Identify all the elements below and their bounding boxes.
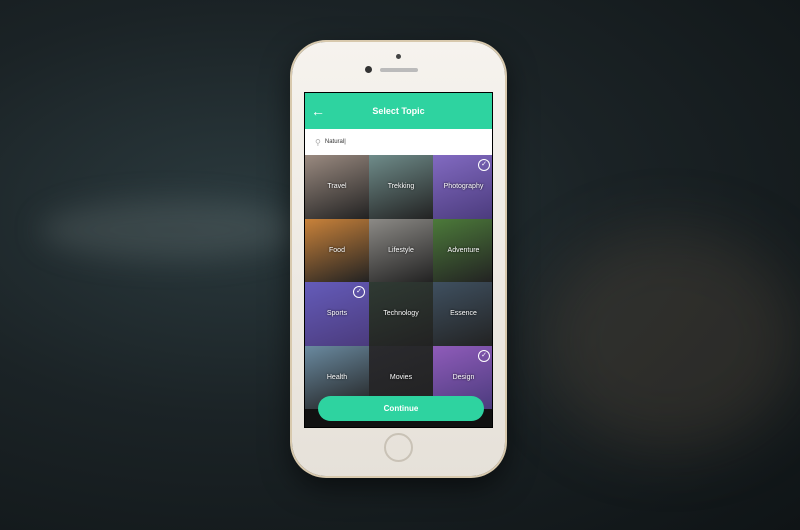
topic-grid: Travel Trekking Photography ✓ Food Lifestyle A… (305, 155, 492, 409)
topic-label: Health (326, 373, 348, 381)
arrow-left-icon[interactable]: ← (311, 93, 325, 129)
background-blur (40, 200, 300, 260)
text-cursor: | (344, 139, 346, 145)
app-screen: ← Select Topic ⚲ Natural | Travel Trekking… (304, 92, 493, 428)
search-value: Natural (324, 139, 345, 145)
topic-tile-photography[interactable]: Photography ✓ (433, 155, 492, 219)
topic-label: Food (329, 246, 345, 254)
home-button[interactable] (384, 433, 413, 462)
speaker (380, 68, 418, 72)
topic-label: Essence (450, 310, 477, 318)
topic-tile-sports[interactable]: Sports ✓ (305, 282, 369, 346)
search-input[interactable]: ⚲ Natural | (305, 129, 492, 155)
topic-label: Technology (383, 310, 419, 318)
topic-label: Lifestyle (388, 246, 414, 254)
topic-tile-lifestyle[interactable]: Lifestyle (369, 218, 433, 282)
front-camera (365, 66, 372, 73)
check-circle-icon: ✓ (353, 286, 365, 298)
search-icon: ⚲ (315, 137, 321, 147)
topic-tile-essence[interactable]: Essence (433, 282, 492, 346)
topic-label: Photography (443, 183, 484, 191)
continue-button[interactable]: Continue (318, 396, 484, 421)
sensor (396, 54, 401, 59)
topic-label: Travel (327, 183, 347, 191)
topic-tile-travel[interactable]: Travel (305, 155, 369, 219)
topic-tile-trekking[interactable]: Trekking (369, 155, 433, 219)
app-header: ← Select Topic (305, 93, 492, 129)
check-circle-icon: ✓ (478, 159, 490, 171)
topic-label: Design (452, 373, 475, 381)
topic-tile-food[interactable]: Food (305, 218, 369, 282)
topic-label: Sports (326, 310, 348, 318)
phone-frame: ← Select Topic ⚲ Natural | Travel Trekking… (292, 42, 505, 476)
topic-label: Movies (389, 373, 413, 381)
page-title: Select Topic (372, 106, 425, 116)
topic-label: Adventure (447, 246, 480, 254)
topic-tile-adventure[interactable]: Adventure (433, 218, 492, 282)
topic-tile-technology[interactable]: Technology (369, 282, 433, 346)
check-circle-icon: ✓ (478, 349, 490, 362)
topic-label: Trekking (387, 183, 415, 191)
background-blur (540, 230, 800, 450)
